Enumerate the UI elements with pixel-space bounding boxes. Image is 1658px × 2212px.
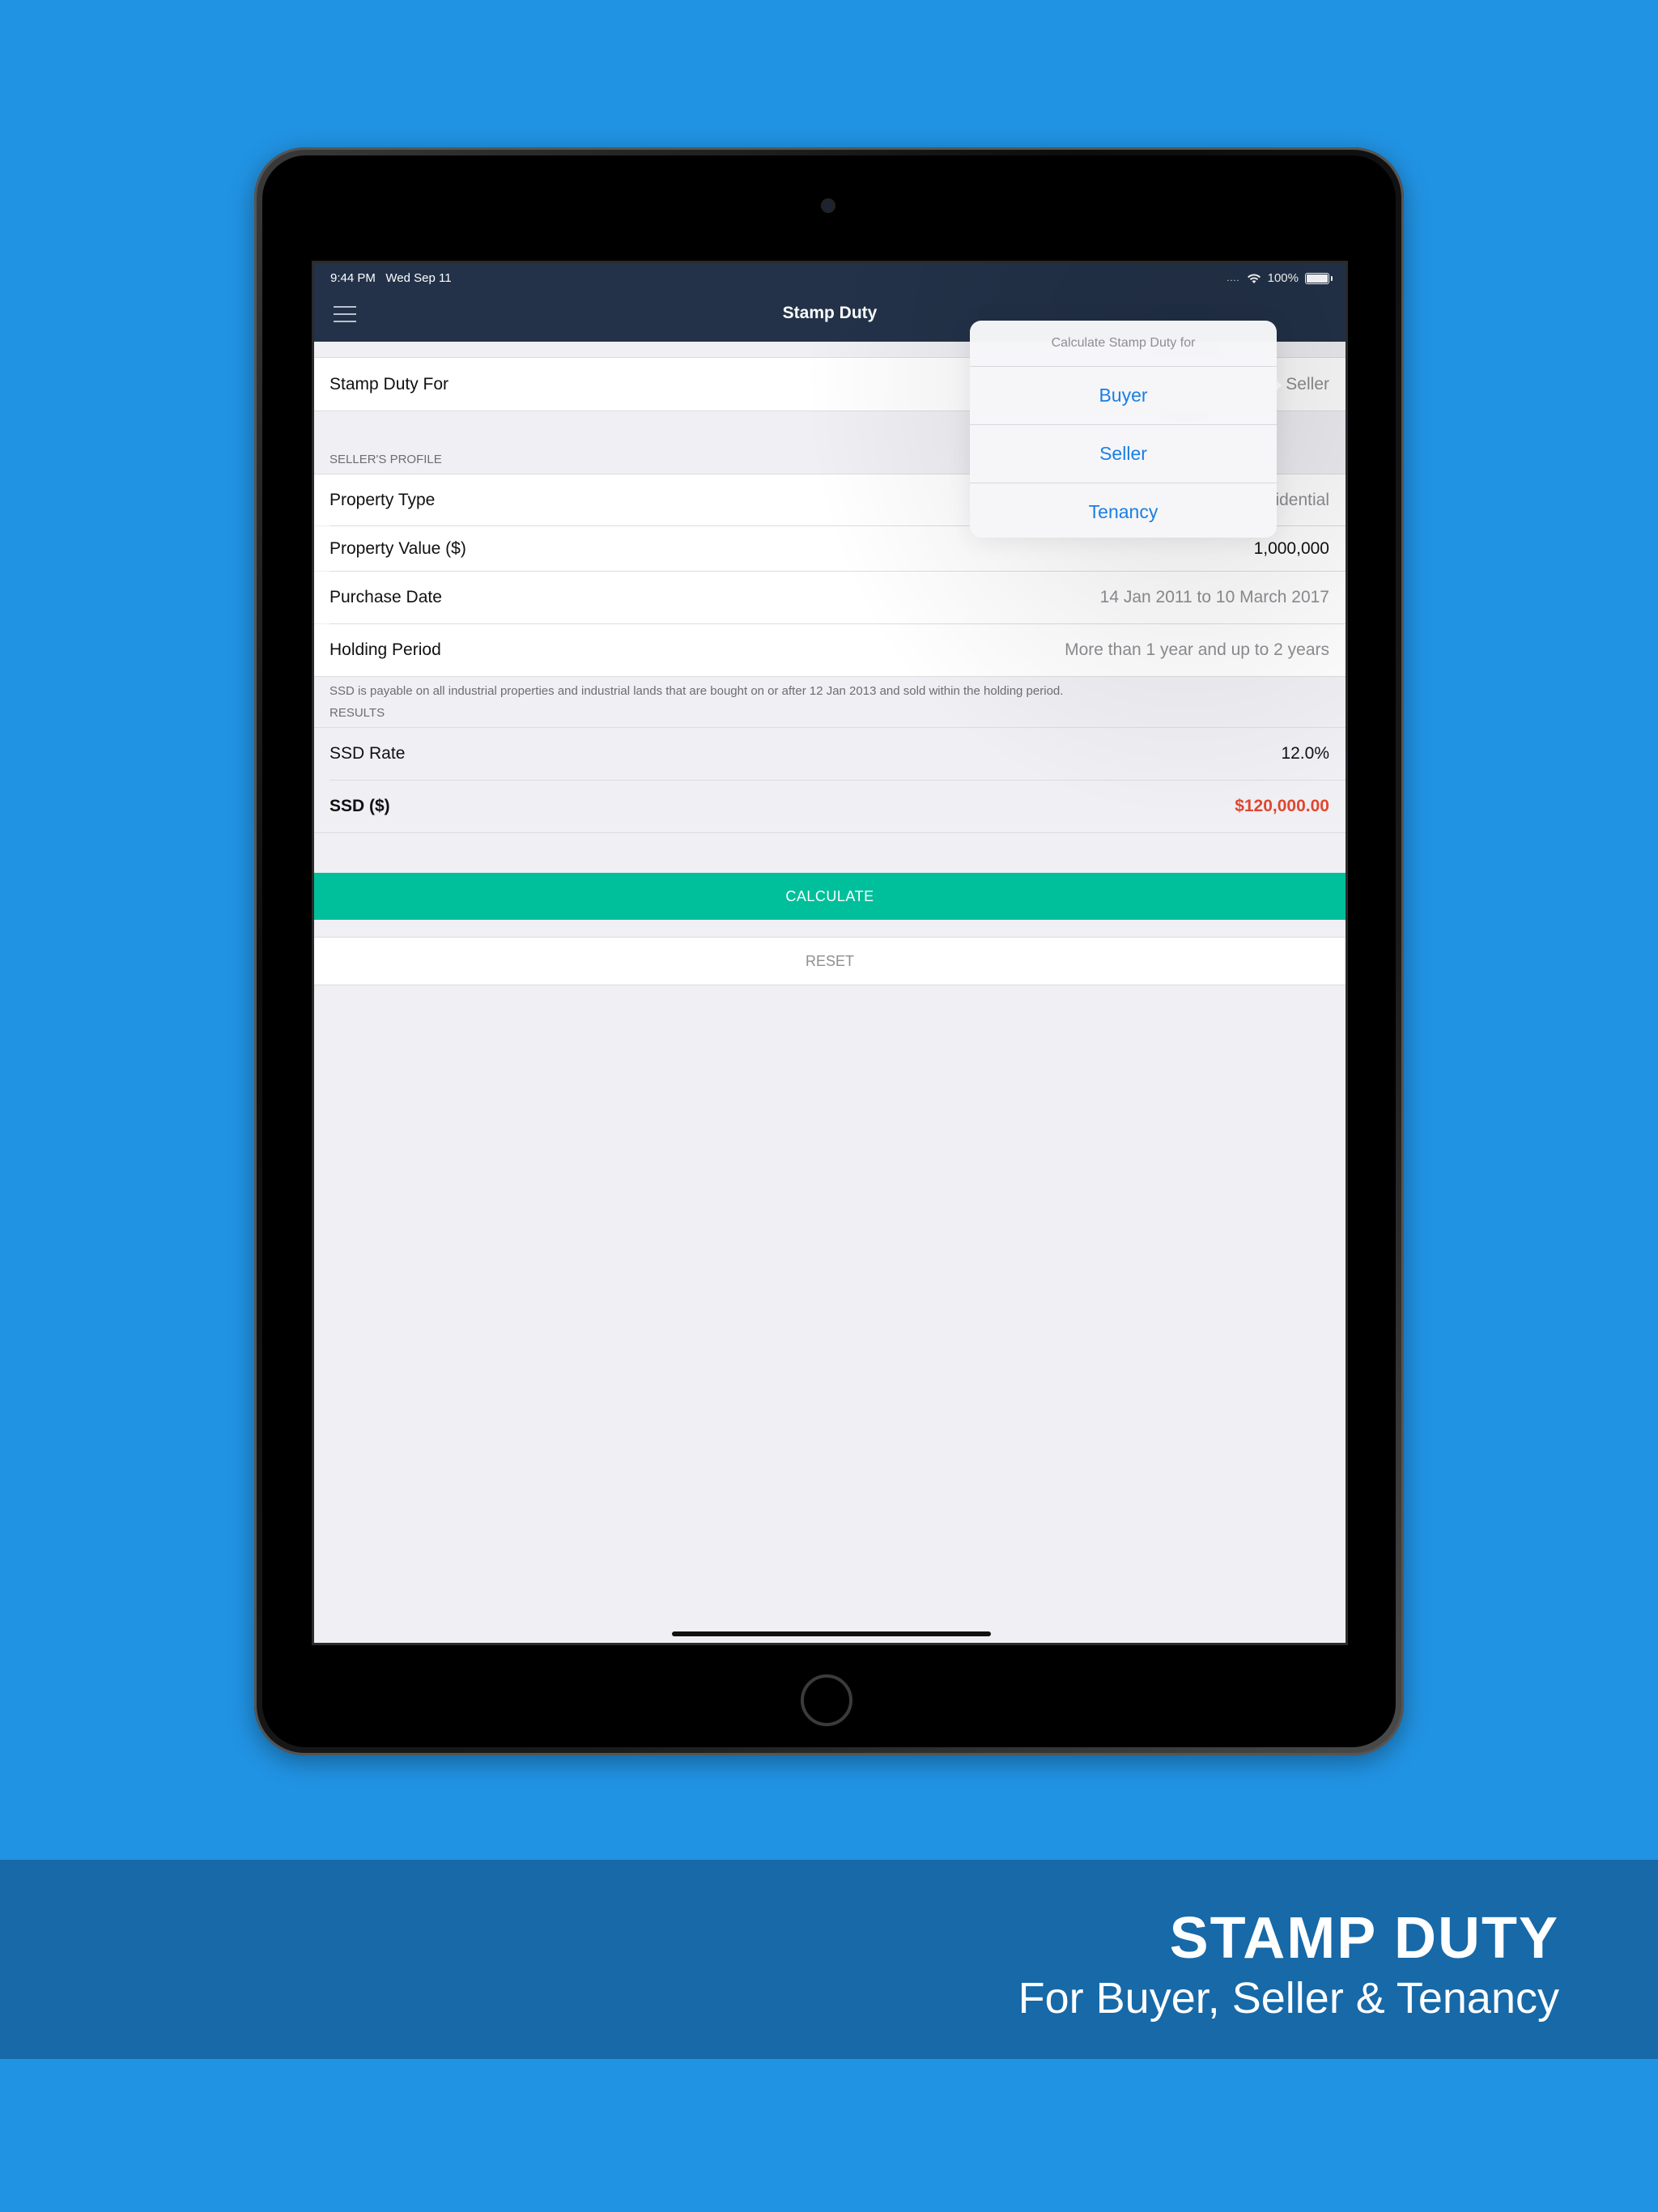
banner-title: STAMP DUTY [1169, 1906, 1559, 1971]
ssd-footnote: SSD is payable on all industrial propert… [329, 684, 1064, 698]
status-time: 9:44 PM [330, 271, 376, 285]
battery-percent: 100% [1267, 271, 1299, 285]
popover-title: Calculate Stamp Duty for [970, 321, 1277, 367]
option-buyer[interactable]: Buyer [970, 367, 1277, 425]
home-button[interactable] [801, 1674, 852, 1726]
holding-period-row[interactable]: Holding Period More than 1 year and up t… [314, 624, 1346, 676]
calculate-button[interactable]: CALCULATE [314, 873, 1346, 920]
camera-icon [821, 198, 835, 213]
home-indicator [672, 1631, 991, 1636]
ssd-rate-row: SSD Rate 12.0% [329, 744, 1329, 763]
purchase-date-row[interactable]: Purchase Date 14 Jan 2011 to 10 March 20… [314, 572, 1346, 623]
ssd-amount-value: $120,000.00 [1235, 797, 1329, 815]
purchase-date-value: 14 Jan 2011 to 10 March 2017 [1099, 588, 1329, 606]
results-header: RESULTS [329, 706, 385, 720]
property-type-value: idential [1275, 490, 1329, 509]
battery-icon [1305, 272, 1333, 284]
status-bar: 9:44 PM Wed Sep 11 .... 100% [330, 271, 1333, 289]
ssd-rate-value: 12.0% [1281, 744, 1329, 763]
option-seller[interactable]: Seller [970, 425, 1277, 483]
ssd-amount-row: SSD ($) $120,000.00 [329, 797, 1329, 815]
sellers-profile-header: SELLER'S PROFILE [329, 453, 442, 466]
app-screen: 9:44 PM Wed Sep 11 .... 100% Stamp Duty … [312, 261, 1348, 1645]
stamp-duty-for-popover: Calculate Stamp Duty for Buyer Seller Te… [970, 321, 1277, 538]
banner-subtitle: For Buyer, Seller & Tenancy [1018, 1974, 1559, 2023]
stamp-duty-for-value: Seller [1286, 374, 1329, 393]
signal-dots-icon: .... [1226, 273, 1240, 283]
reset-button[interactable]: RESET [314, 937, 1346, 985]
status-date: Wed Sep 11 [385, 271, 452, 285]
promo-banner: STAMP DUTY For Buyer, Seller & Tenancy [0, 1860, 1658, 2059]
stamp-duty-for-label: Stamp Duty For [329, 374, 449, 393]
holding-period-value: More than 1 year and up to 2 years [1065, 640, 1329, 659]
property-value-field: 1,000,000 [1253, 538, 1329, 558]
option-tenancy[interactable]: Tenancy [970, 483, 1277, 538]
wifi-icon [1247, 274, 1261, 283]
